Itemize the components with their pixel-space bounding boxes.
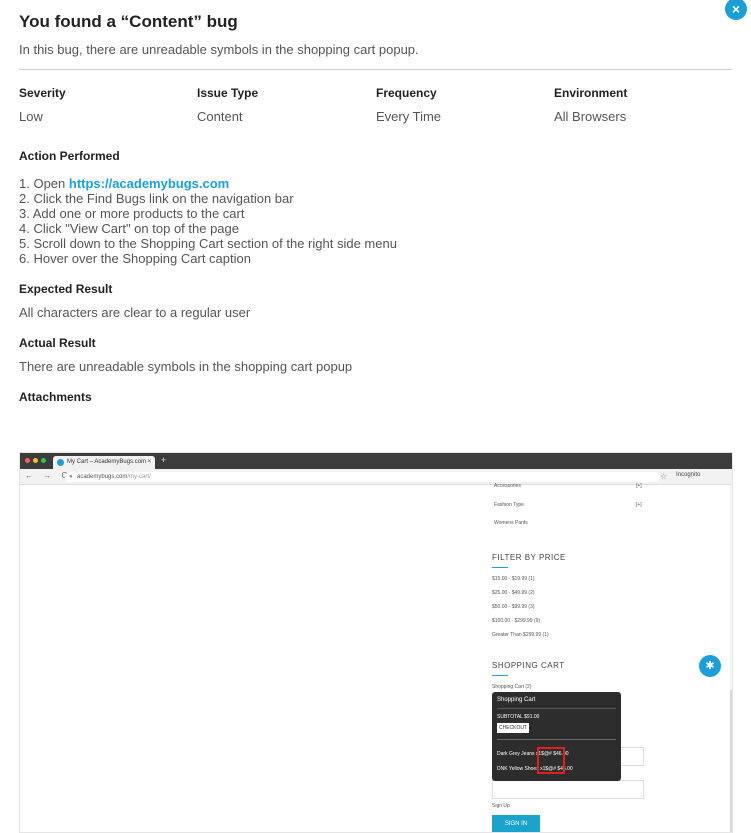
- window-maximize-dot: [41, 458, 46, 463]
- action-performed-label: Action Performed: [19, 149, 120, 163]
- step-item: 1. Open https://academybugs.com: [19, 176, 397, 191]
- popup-divider: [497, 739, 616, 740]
- actual-result-label: Actual Result: [19, 336, 96, 350]
- signin-button: SIGN IN: [492, 815, 540, 832]
- academybugs-link[interactable]: https://academybugs.com: [69, 176, 229, 191]
- address-bar: ← → C ● academybugs.com/my-cart/ ☆ Incog…: [20, 469, 732, 485]
- step-text: 1. Open: [19, 176, 69, 191]
- cart-heading: SHOPPING CART: [492, 661, 565, 670]
- close-button[interactable]: ×: [725, 0, 747, 20]
- step-item: 2. Click the Find Bugs link on the navig…: [19, 191, 294, 206]
- scrollbar-thumb: [730, 690, 732, 832]
- expected-result-label: Expected Result: [19, 282, 113, 296]
- window-close-dot: [25, 458, 30, 463]
- item-name: Dark Grey Jeans: [497, 751, 535, 757]
- sidebar-fashion-toggle: [+]: [636, 502, 642, 508]
- url-host: academybugs.com: [77, 474, 128, 480]
- severity-value: Low: [19, 109, 43, 124]
- favicon-icon: [57, 459, 64, 466]
- filter-accent: [492, 567, 508, 568]
- price-range: $25.00 - $49.99 (2): [492, 590, 535, 596]
- attachments-label: Attachments: [19, 390, 92, 404]
- popup-checkout: CHECKOUT: [497, 723, 529, 733]
- cart-accent: [492, 675, 508, 676]
- attachment-screenshot[interactable]: My Cart – AcademyBugs.com × + ← → C ● ac…: [19, 452, 733, 833]
- sidebar-accessories-toggle: [+]: [636, 483, 642, 489]
- popup-subtotal: SUBTOTAL $91.00: [497, 714, 540, 720]
- new-tab-icon: +: [161, 455, 167, 465]
- step-item: 5. Scroll down to the Shopping Cart sect…: [19, 236, 397, 251]
- bug-subtitle: In this bug, there are unreadable symbol…: [19, 42, 419, 57]
- popup-divider: [497, 708, 616, 709]
- environment-label: Environment: [554, 86, 628, 100]
- filter-heading: FILTER BY PRICE: [492, 553, 566, 562]
- url-field: ● academybugs.com/my-cart/: [65, 472, 660, 482]
- issue-type-value: Content: [197, 109, 243, 124]
- popup-title: Shopping Cart: [497, 697, 536, 703]
- expected-result-text: All characters are clear to a regular us…: [19, 305, 251, 320]
- step-item: 3. Add one or more products to the cart: [19, 206, 245, 221]
- price-range: $50.00 - $99.99 (3): [492, 604, 535, 610]
- bug-highlight-box: [537, 747, 565, 774]
- step-item: 4. Click "View Cart" on top of the page: [19, 221, 239, 236]
- signup-label: Sign Up: [492, 803, 510, 809]
- browser-tab-bar: My Cart – AcademyBugs.com × +: [20, 453, 732, 469]
- environment-value: All Browsers: [554, 109, 627, 124]
- bug-icon: ✱: [699, 655, 721, 677]
- actual-result-text: There are unreadable symbols in the shop…: [19, 359, 353, 374]
- incognito-label: Incognito: [676, 472, 701, 478]
- item-name: DNK Yellow Shoes: [497, 766, 539, 772]
- sidebar-fashion: Fashion Type: [494, 502, 524, 508]
- tab-close-icon: ×: [147, 459, 151, 465]
- bookmark-star-icon: ☆: [660, 472, 668, 481]
- price-range: Greater Than $299.99 (1): [492, 632, 549, 638]
- tab-title: My Cart – AcademyBugs.com: [67, 459, 147, 465]
- window-minimize-dot: [33, 458, 38, 463]
- cart-link: Shopping Cart (2): [492, 684, 532, 690]
- step-item: 6. Hover over the Shopping Cart caption: [19, 251, 251, 266]
- issue-type-label: Issue Type: [197, 86, 259, 100]
- lock-icon: ●: [69, 474, 73, 480]
- browser-tab: My Cart – AcademyBugs.com ×: [53, 456, 155, 469]
- price-range: $15.00 - $19.99 (1): [492, 576, 535, 582]
- url-path: /my-cart/: [127, 474, 151, 480]
- login-field: [492, 780, 644, 799]
- frequency-value: Every Time: [376, 109, 442, 124]
- divider: [19, 69, 732, 70]
- severity-label: Severity: [19, 86, 66, 100]
- steps-list: 1. Open https://academybugs.com 2. Click…: [19, 176, 397, 266]
- price-range: $100.00 - $299.99 (9): [492, 618, 541, 624]
- sidebar-accessories: Accessories: [494, 483, 521, 489]
- frequency-label: Frequency: [376, 86, 437, 100]
- bug-title: You found a “Content” bug: [19, 12, 238, 31]
- sidebar-womens: Womens Pants: [494, 520, 528, 526]
